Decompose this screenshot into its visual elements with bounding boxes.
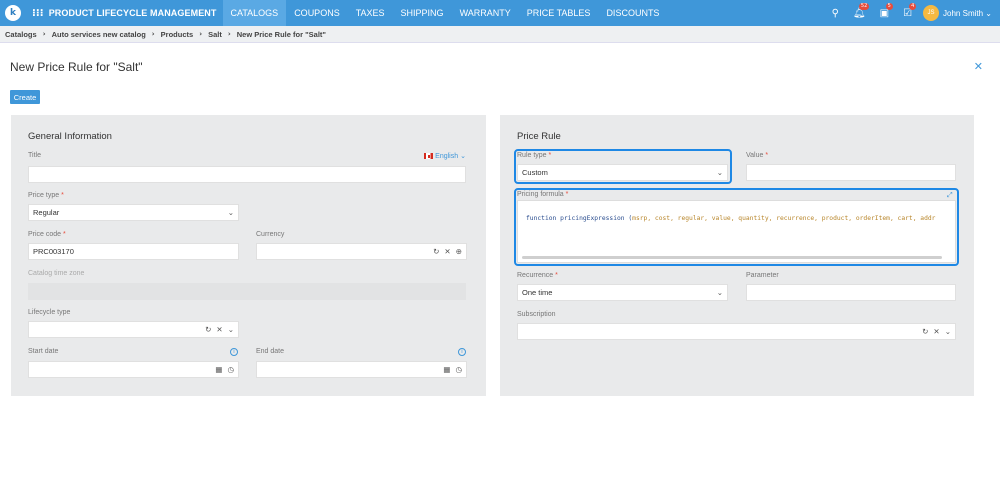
recurrence-value: One time [522, 288, 553, 297]
language-selector[interactable]: English ⌄ [424, 152, 466, 160]
value-field[interactable] [746, 164, 956, 181]
main-nav: CATALOGS COUPONS TAXES SHIPPING WARRANTY… [222, 0, 668, 26]
calendar-icon[interactable]: ▦ [215, 365, 222, 374]
page-title: New Price Rule for "Salt" [10, 60, 143, 74]
bell-icon[interactable]: 🔔︎ 52 [853, 2, 870, 19]
clock-icon[interactable]: ◷ [227, 365, 234, 374]
catalog-time-zone-field [28, 283, 466, 300]
chevron-right-icon: › [199, 30, 203, 38]
clear-icon[interactable]: ✕ [444, 247, 450, 256]
refresh-icon[interactable]: ↻ [205, 325, 211, 334]
breadcrumb: Catalogs › Auto services new catalog › Pro… [0, 26, 1000, 43]
currency-label: Currency [256, 231, 285, 238]
price-code-field[interactable]: PRC003170 [28, 243, 239, 260]
apps-grid-icon: ⁝⁝⁝ [32, 7, 44, 19]
close-icon[interactable]: ✕ [974, 60, 983, 73]
start-date-label: Start date [28, 348, 59, 355]
price-rule-panel: Price Rule Rule type * Custom ⌄ Value * … [500, 115, 974, 396]
add-icon[interactable]: ⊕ [456, 247, 462, 256]
price-rule-heading: Price Rule [517, 131, 561, 142]
create-button[interactable]: Create [10, 90, 40, 104]
nav-catalogs[interactable]: CATALOGS [222, 0, 287, 26]
nav-shipping[interactable]: SHIPPING [393, 0, 452, 26]
rule-type-value: Custom [522, 168, 548, 177]
price-type-value: Regular [33, 208, 60, 217]
chevron-down-icon: ⌄ [716, 288, 723, 297]
rule-type-label: Rule type * [517, 152, 552, 159]
recurrence-label: Recurrence * [517, 272, 558, 279]
price-type-select[interactable]: Regular ⌄ [28, 204, 239, 221]
chevron-down-icon[interactable]: ⌄ [945, 327, 951, 336]
lifecycle-type-label: Lifecycle type [28, 309, 71, 316]
currency-field[interactable]: ↻ ✕ ⊕ [256, 243, 467, 260]
end-date-label: End date [256, 348, 285, 355]
pricing-formula-editor[interactable]: function pricingExpression (msrp, cost, … [517, 200, 956, 263]
parameter-field[interactable] [746, 284, 956, 301]
app-logo[interactable]: k [0, 0, 26, 26]
general-information-heading: General Information [28, 131, 112, 142]
formula-code: function pricingExpression (msrp, cost, … [526, 215, 936, 222]
chevron-right-icon: › [42, 30, 46, 38]
logo-icon: k [5, 5, 21, 21]
search-icon[interactable]: ⚲ [832, 8, 839, 19]
approvals-icon[interactable]: ☑ 4 [903, 2, 917, 19]
chevron-right-icon: › [151, 30, 155, 38]
subscription-select[interactable]: ↻ ✕ ⌄ [517, 323, 956, 340]
nav-discounts[interactable]: DISCOUNTS [598, 0, 667, 26]
app-switcher[interactable]: ⁝⁝⁝ PRODUCT LIFECYCLE MANAGEMENT [26, 0, 223, 26]
canada-flag-icon [424, 153, 434, 159]
tasks-icon[interactable]: ▣ 5 [880, 2, 893, 19]
pricing-formula-label: Pricing formula * [517, 191, 569, 198]
nav-warranty[interactable]: WARRANTY [452, 0, 519, 26]
value-label: Value * [746, 152, 769, 159]
breadcrumb-catalogs[interactable]: Catalogs [5, 30, 37, 39]
nav-coupons[interactable]: COUPONS [286, 0, 348, 26]
info-icon[interactable]: i [458, 348, 466, 356]
price-type-label: Price type * [28, 192, 64, 199]
rule-type-select[interactable]: Custom ⌄ [517, 164, 728, 181]
app-name: PRODUCT LIFECYCLE MANAGEMENT [48, 8, 217, 18]
breadcrumb-products[interactable]: Products [161, 30, 194, 39]
breadcrumb-current: New Price Rule for "Salt" [236, 29, 326, 39]
info-icon[interactable]: i [230, 348, 238, 356]
start-date-field[interactable]: ▦ ◷ [28, 361, 239, 378]
title-label: Title [28, 152, 41, 159]
expand-icon[interactable]: ⤢ [947, 191, 953, 200]
general-information-panel: General Information Title English ⌄ Pric… [11, 115, 486, 396]
chevron-down-icon[interactable]: ⌄ [228, 325, 234, 334]
clock-icon[interactable]: ◷ [455, 365, 462, 374]
user-menu[interactable]: John Smith ⌄ [943, 9, 992, 18]
title-field[interactable] [28, 166, 466, 183]
notification-badge: 52 [858, 2, 870, 10]
calendar-icon[interactable]: ▦ [443, 365, 450, 374]
catalog-time-zone-label: Catalog time zone [28, 270, 85, 277]
header-actions: ⚲ 🔔︎ 52 ▣ 5 ☑ 4 JS John Smith ⌄ [825, 0, 1000, 26]
chevron-right-icon: › [227, 30, 231, 38]
nav-price-tables[interactable]: PRICE TABLES [519, 0, 599, 26]
chevron-down-icon: ⌄ [227, 208, 234, 217]
recurrence-select[interactable]: One time ⌄ [517, 284, 728, 301]
avatar[interactable]: JS [923, 5, 940, 21]
parameter-label: Parameter [746, 272, 779, 279]
breadcrumb-catalog[interactable]: Auto services new catalog [52, 30, 146, 39]
breadcrumb-product[interactable]: Salt [208, 30, 222, 39]
horizontal-scrollbar[interactable] [522, 256, 942, 259]
clear-icon[interactable]: ✕ [216, 325, 222, 334]
refresh-icon[interactable]: ↻ [433, 247, 439, 256]
clear-icon[interactable]: ✕ [933, 327, 939, 336]
tasks-badge: 5 [885, 2, 893, 10]
language-label: English [435, 152, 459, 160]
price-code-label: Price code * [28, 231, 66, 238]
refresh-icon[interactable]: ↻ [922, 327, 928, 336]
lifecycle-type-select[interactable]: ↻ ✕ ⌄ [28, 321, 239, 338]
subscription-label: Subscription [517, 311, 556, 318]
user-name: John Smith [943, 8, 984, 18]
chevron-down-icon: ⌄ [460, 152, 466, 160]
top-navigation-bar: k ⁝⁝⁝ PRODUCT LIFECYCLE MANAGEMENT CATAL… [0, 0, 1000, 26]
chevron-down-icon: ⌄ [716, 168, 723, 177]
end-date-field[interactable]: ▦ ◷ [256, 361, 467, 378]
chevron-down-icon: ⌄ [985, 8, 992, 18]
nav-taxes[interactable]: TAXES [348, 0, 393, 26]
approvals-badge: 4 [909, 2, 917, 10]
